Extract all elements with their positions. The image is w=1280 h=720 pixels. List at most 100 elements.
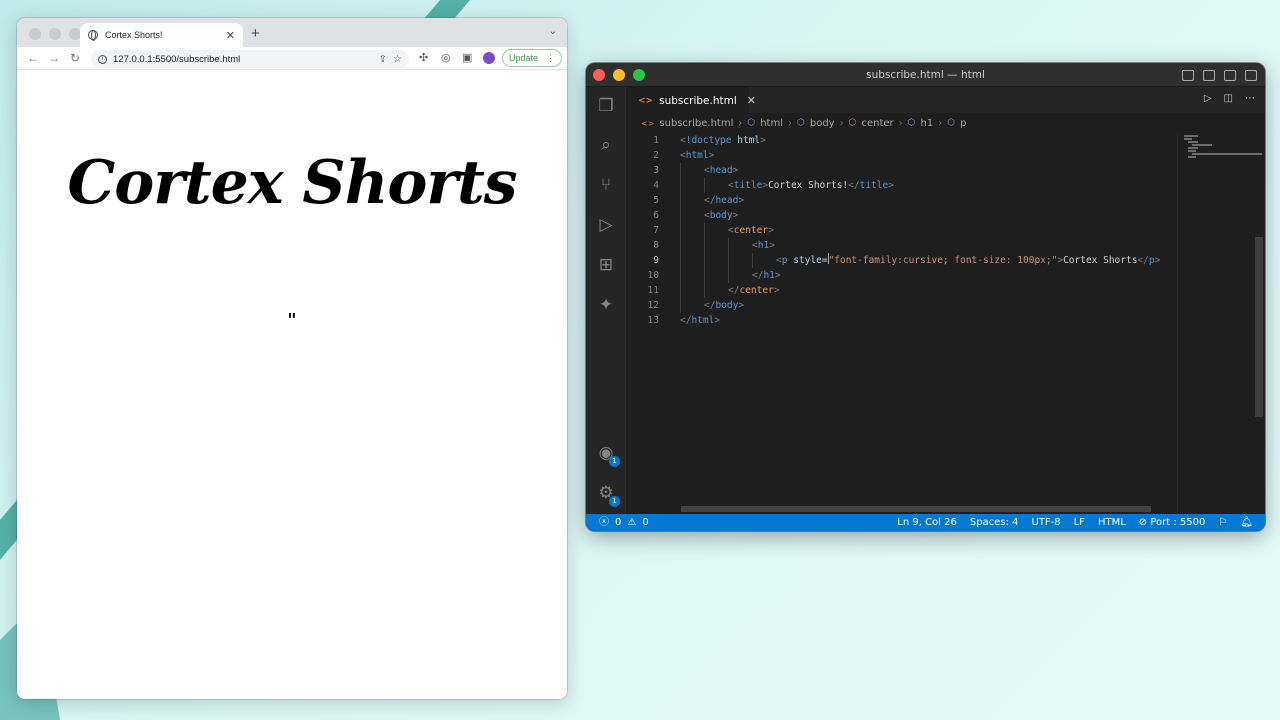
vscode-window-controls[interactable] — [593, 69, 645, 81]
extension-icon[interactable]: ◎ — [441, 51, 451, 64]
cursor-position[interactable]: Ln 9, Col 26 — [897, 514, 957, 531]
breadcrumb-html[interactable]: html — [760, 118, 783, 129]
manage-gear-icon[interactable]: ⚙ 1 — [595, 482, 620, 507]
code-line[interactable]: 11 </center> — [626, 283, 1265, 298]
code-text: <html> — [680, 150, 715, 161]
search-icon[interactable]: ⌕ — [595, 134, 617, 156]
horizontal-scrollbar[interactable] — [681, 506, 1151, 512]
address-bar[interactable]: i 127.0.0.1:5500/subscribe.html ⇪ ☆ — [91, 50, 409, 68]
code-line[interactable]: 10 </h1> — [626, 268, 1265, 283]
language-mode[interactable]: HTML — [1098, 514, 1126, 531]
customize-layout-icon[interactable] — [1245, 70, 1257, 81]
url-text[interactable]: 127.0.0.1:5500/subscribe.html — [113, 54, 373, 65]
browser-window-controls[interactable] — [29, 28, 81, 40]
share-icon[interactable]: ⇪ — [379, 54, 387, 65]
explorer-files-icon[interactable]: ❐ — [595, 95, 617, 117]
live-server-port[interactable]: ⊘ Port : 5500 — [1139, 514, 1206, 531]
toggle-primary-sidebar-icon[interactable] — [1182, 70, 1194, 81]
line-number: 9 — [653, 255, 659, 266]
more-menu-icon[interactable]: ⋮ — [546, 53, 555, 64]
toggle-panel-icon[interactable] — [1203, 70, 1215, 81]
page-heading: Cortex Shorts — [67, 148, 517, 218]
indent-guide — [680, 193, 681, 208]
site-info-icon[interactable]: i — [98, 54, 107, 64]
line-number: 1 — [653, 135, 659, 146]
code-line[interactable]: 13 </html> — [626, 313, 1265, 328]
browser-window: Cortex Shorts! ✕ + ⌄ ← → ↻ i 127.0.0.1:5… — [17, 18, 567, 699]
vertical-scrollbar[interactable] — [1255, 237, 1263, 417]
minimize-window-button[interactable] — [613, 69, 625, 81]
breadcrumb-body[interactable]: body — [810, 118, 835, 129]
forward-arrow-icon[interactable]: → — [48, 51, 60, 65]
feedback-icon[interactable]: ⚐ — [1218, 514, 1227, 531]
code-line[interactable]: 6 <body> — [626, 208, 1265, 223]
breadcrumb-h1[interactable]: h1 — [921, 118, 934, 129]
browser-toolbar: ← → ↻ i 127.0.0.1:5500/subscribe.html ⇪ … — [17, 47, 567, 70]
close-tab-icon[interactable]: ✕ — [226, 29, 235, 42]
side-panel-icon[interactable]: ▣ — [462, 51, 472, 64]
notifications-bell-icon[interactable]: 🔔︎ — [1240, 514, 1253, 531]
tab-search-chevron-icon[interactable]: ⌄ — [549, 26, 557, 37]
profile-avatar[interactable] — [483, 52, 495, 64]
code-text: <head> — [704, 165, 739, 176]
code-line[interactable]: 9 <p style="font-family:cursive; font-siz… — [626, 253, 1265, 268]
symbol-element-icon: ⬡ — [848, 118, 857, 128]
code-line[interactable]: 5 </head> — [626, 193, 1265, 208]
code-text: <p style="font-family:cursive; font-size… — [776, 253, 1161, 266]
indentation[interactable]: Spaces: 4 — [970, 514, 1019, 531]
encoding[interactable]: UTF-8 — [1031, 514, 1060, 531]
symbol-element-icon: ⬡ — [797, 118, 805, 128]
close-window-button[interactable] — [593, 69, 605, 81]
breadcrumb-file[interactable]: subscribe.html — [659, 118, 733, 129]
run-debug-icon[interactable]: ▷ — [595, 214, 617, 236]
code-text: <!doctype html> — [680, 135, 766, 146]
code-line[interactable]: 1 <!doctype html> — [626, 133, 1265, 148]
minimap[interactable] — [1177, 133, 1265, 514]
back-arrow-icon[interactable]: ← — [27, 51, 39, 65]
indent-guide — [728, 253, 729, 268]
code-line[interactable]: 2 <html> — [626, 148, 1265, 163]
close-tab-icon[interactable]: ✕ — [747, 94, 756, 107]
code-editor[interactable]: 1 <!doctype html> 2 <html> 3 <head> 4 <title>Co… — [626, 133, 1265, 514]
port-label: Port : 5500 — [1150, 517, 1206, 528]
indent-guide — [680, 163, 681, 178]
code-line[interactable]: 4 <title>Cortex Shorts!</title> — [626, 178, 1265, 193]
more-actions-icon[interactable]: ⋯ — [1245, 93, 1255, 104]
accounts-icon[interactable]: ◉ 1 — [595, 442, 620, 467]
code-text: </center> — [728, 285, 780, 296]
close-window-button[interactable] — [29, 28, 41, 40]
indent-guide — [680, 238, 681, 253]
update-button[interactable]: Update ⋮ — [502, 49, 562, 67]
minimap-line — [1188, 150, 1196, 152]
new-tab-button[interactable]: + — [251, 25, 260, 42]
vscode-titlebar: subscribe.html — html — [586, 63, 1265, 87]
code-line[interactable]: 12 </body> — [626, 298, 1265, 313]
window-title: subscribe.html — html — [866, 69, 985, 81]
browser-tab[interactable]: Cortex Shorts! ✕ — [80, 23, 243, 47]
warning-count: 0 — [642, 517, 649, 528]
maximize-window-button[interactable] — [633, 69, 645, 81]
source-control-icon[interactable]: ⑂ — [595, 174, 617, 196]
end-of-line[interactable]: LF — [1074, 514, 1085, 531]
line-number: 8 — [653, 240, 659, 251]
tab-subscribe-html[interactable]: <> subscribe.html ✕ — [626, 87, 756, 113]
code-line[interactable]: 7 <center> — [626, 223, 1265, 238]
toggle-secondary-sidebar-icon[interactable] — [1224, 70, 1236, 81]
problems-status[interactable]: ⓧ 0 ⚠ 0 — [599, 514, 649, 531]
minimize-window-button[interactable] — [49, 28, 61, 40]
extensions-icon[interactable]: ⊞ — [595, 254, 617, 276]
breadcrumb-center[interactable]: center — [861, 118, 893, 129]
python-icon[interactable]: ✦ — [595, 294, 617, 316]
code-line[interactable]: 8 <h1> — [626, 238, 1265, 253]
reload-icon[interactable]: ↻ — [70, 51, 80, 65]
chevron-right-icon: › — [839, 117, 844, 129]
update-label: Update — [508, 53, 539, 63]
indent-guide — [680, 208, 681, 223]
breadcrumb-p[interactable]: p — [960, 118, 966, 129]
run-play-icon[interactable]: ▷ — [1204, 93, 1212, 104]
split-editor-icon[interactable]: ◫ — [1224, 93, 1233, 104]
code-line[interactable]: 3 <head> — [626, 163, 1265, 178]
editor-group: <> subscribe.html ✕ ▷ ◫ ⋯ <> subscribe.h… — [626, 87, 1265, 514]
bookmark-star-icon[interactable]: ☆ — [393, 54, 402, 65]
extensions-puzzle-icon[interactable]: ✣ — [419, 51, 428, 64]
